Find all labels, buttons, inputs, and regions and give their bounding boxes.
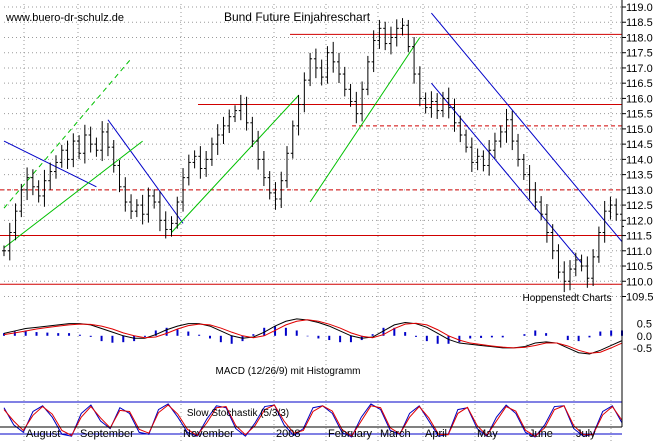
- y-tick-label: 112.0: [626, 215, 653, 227]
- y-tick-label: 114.0: [626, 154, 653, 166]
- macd-title: MACD (12/26/9) mit Histogramm: [215, 366, 360, 377]
- x-tick-label: February: [328, 428, 373, 440]
- macd-y-tick-label: -0.5: [633, 343, 652, 355]
- y-tick-label: 109.5: [626, 292, 654, 304]
- x-tick-label: November: [183, 428, 234, 440]
- macd-y-tick-label: 0.0: [637, 331, 652, 343]
- y-tick-label: 118.0: [626, 32, 653, 44]
- x-tick-label: May: [477, 428, 498, 440]
- y-tick-label: 110.0: [626, 276, 653, 288]
- y-tick-label: 110.5: [626, 261, 653, 273]
- macd-y-tick-label: 0.5: [637, 319, 652, 331]
- x-tick-label: August: [26, 428, 60, 440]
- y-tick-label: 111.5: [626, 231, 652, 243]
- y-tick-label: 116.0: [626, 93, 653, 105]
- y-tick-label: 111.0: [626, 246, 652, 258]
- x-tick-label: September: [80, 428, 134, 440]
- source-label: Hoppenstedt Charts: [523, 293, 612, 304]
- y-tick-label: 118.5: [626, 17, 653, 29]
- stochastic-title: Slow Stochastik (5/3/3): [187, 408, 289, 419]
- y-tick-label: 119.0: [626, 2, 653, 14]
- y-tick-label: 116.5: [626, 78, 653, 90]
- x-tick-label: March: [380, 428, 411, 440]
- y-tick-label: 117.5: [626, 48, 653, 60]
- price-chart-title: Bund Future Einjahreschart: [224, 10, 371, 24]
- x-tick-label: July: [576, 428, 596, 440]
- y-tick-label: 113.0: [626, 185, 653, 197]
- y-tick-label: 112.5: [626, 200, 653, 212]
- y-tick-label: 114.5: [626, 139, 653, 151]
- y-tick-label: 115.5: [626, 109, 653, 121]
- y-tick-label: 117.0: [626, 63, 653, 75]
- x-tick-label: April: [425, 428, 447, 440]
- y-tick-label: 113.5: [626, 170, 653, 182]
- x-tick-label: 2008: [276, 428, 300, 440]
- y-tick-label: 115.0: [626, 124, 653, 136]
- bund-future-chart: August September November 2008 February March…: [0, 0, 672, 441]
- x-tick-label: June: [529, 428, 553, 440]
- watermark: www.buero-dr-schulz.de: [5, 12, 124, 24]
